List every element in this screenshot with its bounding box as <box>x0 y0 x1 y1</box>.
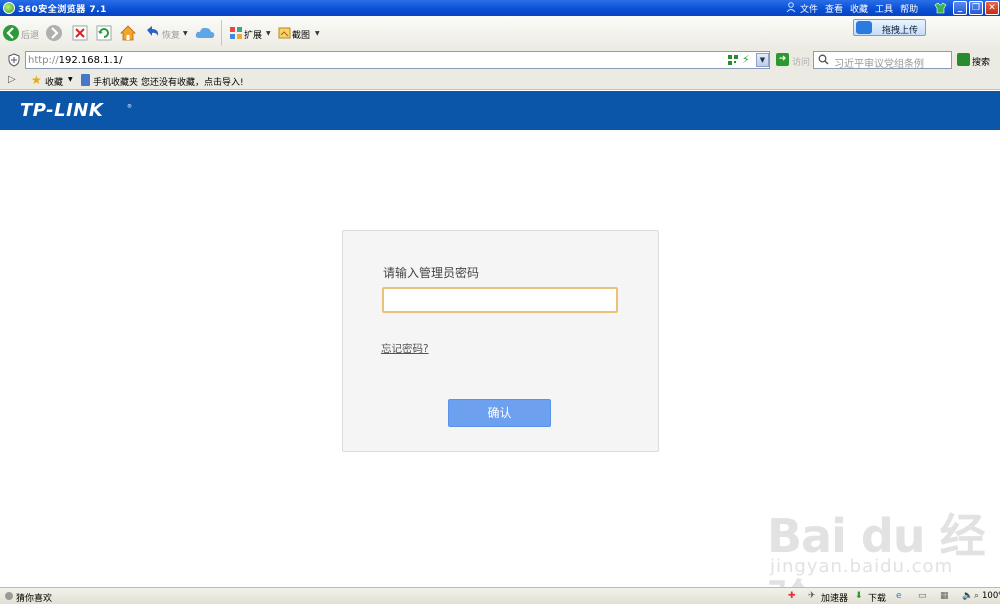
ie-icon[interactable]: e <box>896 591 902 601</box>
forward-icon[interactable] <box>45 24 63 42</box>
address-dropdown-icon[interactable]: ▼ <box>756 53 769 67</box>
password-prompt: 请输入管理员密码 <box>383 266 480 280</box>
url-protocol: http:// <box>28 55 59 66</box>
screenshot-dropdown-icon[interactable]: ▼ <box>315 30 320 37</box>
search-button[interactable]: 搜索 <box>972 55 990 68</box>
favorites-dropdown-icon[interactable]: ▼ <box>68 76 73 83</box>
download-icon[interactable]: ⬇ <box>855 591 863 601</box>
grid-icon[interactable]: ▦ <box>940 591 949 601</box>
back-label[interactable]: 后退 <box>21 28 39 41</box>
upload-label: 拖拽上传 <box>882 26 919 36</box>
restore-label[interactable]: 恢复 <box>162 28 180 41</box>
phone-icon[interactable] <box>81 74 90 86</box>
lightning-icon[interactable]: ⚡ <box>742 53 750 66</box>
favorites-import-tip[interactable]: 您还没有收藏，点击导入! <box>141 75 244 88</box>
cloud-upload-icon <box>856 21 872 34</box>
undo-icon[interactable] <box>143 24 161 42</box>
upload-button[interactable]: 拖拽上传 <box>853 19 926 36</box>
window-icon[interactable]: ▭ <box>918 591 927 601</box>
minimize-button[interactable]: _ <box>953 1 967 15</box>
restore-dropdown-icon[interactable]: ▼ <box>183 30 188 37</box>
favorites-label[interactable]: 收藏 <box>45 75 63 88</box>
watermark-url: jingyan.baidu.com <box>770 556 954 577</box>
address-url[interactable]: http://192.168.1.1/ <box>28 55 122 66</box>
extensions-icon[interactable] <box>230 27 242 39</box>
go-label[interactable]: 访问 <box>792 55 810 68</box>
favorites-bar: ▷ ★ 收藏 ▼ 手机收藏夹 您还没有收藏，点击导入! <box>0 70 1000 90</box>
star-icon[interactable]: ★ <box>31 73 42 87</box>
brand-logo: TP-LINK <box>20 100 104 121</box>
shirt-icon[interactable] <box>934 2 947 14</box>
search-icon <box>818 54 829 65</box>
forgot-password-link[interactable]: 忘记密码? <box>381 341 429 356</box>
restore-button[interactable]: ❐ <box>969 1 983 15</box>
password-input[interactable] <box>382 287 618 313</box>
screenshot-icon[interactable] <box>278 27 291 39</box>
close-button[interactable]: ✕ <box>985 1 999 15</box>
extensions-label[interactable]: 扩展 <box>244 28 262 41</box>
screenshot-label[interactable]: 截图 <box>292 28 310 41</box>
shield-status-icon[interactable]: ✚ <box>788 591 796 601</box>
search-placeholder: 习近平审议党组条例 <box>834 59 924 70</box>
confirm-button[interactable]: 确认 <box>448 399 551 427</box>
menu-file[interactable]: 文件 <box>800 2 818 15</box>
menu-bar: 文件 查看 收藏 工具 帮助 <box>800 2 918 15</box>
status-dot-icon <box>5 592 13 600</box>
extensions-dropdown-icon[interactable]: ▼ <box>266 30 271 37</box>
recommend-label[interactable]: 猜你喜欢 <box>16 591 52 604</box>
user-icon[interactable] <box>786 2 796 13</box>
toolbar-divider <box>221 20 222 46</box>
search-go-icon[interactable] <box>957 53 970 66</box>
home-icon[interactable] <box>119 24 137 42</box>
go-arrow-icon[interactable]: ➜ <box>776 53 789 66</box>
sidebar-toggle-icon[interactable]: ▷ <box>8 74 16 85</box>
stop-icon[interactable] <box>71 24 89 42</box>
download-label[interactable]: 下载 <box>868 591 886 604</box>
status-bar: 猜你喜欢 ✚ ✈ 加速器 ⬇ 下载 e ▭ ▦ 🔈 ⌕ 100% <box>0 587 1000 604</box>
cloud-icon[interactable] <box>194 24 216 42</box>
mobile-favorites-label[interactable]: 手机收藏夹 <box>93 75 138 88</box>
title-bar: 360安全浏览器 7.1 文件 查看 收藏 工具 帮助 _ ❐ ✕ <box>0 0 1000 16</box>
registered-mark: ® <box>127 104 132 110</box>
menu-favorites[interactable]: 收藏 <box>850 2 868 15</box>
browser-logo-icon <box>3 2 15 14</box>
menu-tools[interactable]: 工具 <box>875 2 893 15</box>
menu-help[interactable]: 帮助 <box>900 2 918 15</box>
back-icon[interactable] <box>2 24 20 42</box>
accelerator-icon[interactable]: ✈ <box>808 591 816 601</box>
menu-view[interactable]: 查看 <box>825 2 843 15</box>
url-host: 192.168.1.1/ <box>58 55 123 66</box>
accelerator-label[interactable]: 加速器 <box>821 591 848 604</box>
refresh-icon[interactable] <box>95 24 113 42</box>
shield-icon[interactable] <box>7 53 21 67</box>
qr-code-icon[interactable] <box>728 55 738 65</box>
zoom-level[interactable]: 100% <box>982 591 1000 601</box>
page-header <box>0 91 1000 130</box>
search-box[interactable]: 习近平审议党组条例 <box>813 51 952 70</box>
speaker-icon[interactable]: 🔈 <box>962 591 973 601</box>
address-bar[interactable]: http://192.168.1.1/ ⚡ ▼ <box>25 51 770 69</box>
window-title: 360安全浏览器 7.1 <box>18 5 107 15</box>
zoom-icon[interactable]: ⌕ <box>974 591 979 601</box>
